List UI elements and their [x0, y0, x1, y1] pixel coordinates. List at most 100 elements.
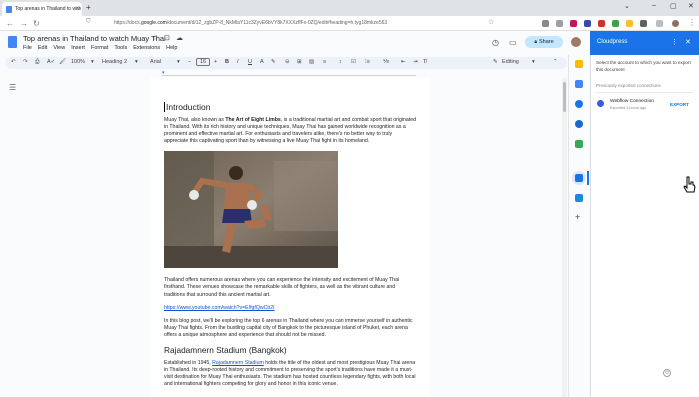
tasks-icon[interactable] — [575, 100, 583, 108]
panel-settings-icon[interactable]: ⚙ — [663, 369, 671, 377]
editing-mode-select[interactable]: Editing — [502, 59, 519, 65]
menu-tools[interactable]: Tools — [114, 45, 127, 51]
heading-rajadamnern[interactable]: Rajadamnern Stadium (Bangkok) — [164, 345, 416, 355]
connection-name[interactable]: Webflow Connection — [610, 99, 654, 104]
increase-font-icon[interactable]: + — [214, 59, 217, 65]
browser-menu-icon[interactable]: ⋮ — [688, 18, 696, 27]
paragraph-blog[interactable]: In this blog post, we'll be exploring th… — [164, 318, 416, 339]
bold-icon[interactable]: B — [225, 59, 229, 65]
maps-icon[interactable] — [575, 140, 583, 148]
extension-yellow-icon[interactable] — [626, 20, 633, 27]
undo-icon[interactable]: ↶ — [11, 59, 16, 65]
calendar-icon[interactable] — [575, 60, 583, 68]
url-field[interactable]: https://docs.google.com/document/d/12_zg… — [96, 18, 496, 29]
minimize-icon[interactable]: – — [652, 2, 656, 9]
bulleted-list-icon[interactable]: ⁝≡ — [365, 59, 370, 65]
docs-logo-icon[interactable] — [8, 36, 17, 48]
rajadamnern-link[interactable]: Rajadamnern Stadium — [212, 360, 264, 366]
add-addon-icon[interactable]: + — [575, 212, 580, 222]
shield-icon[interactable]: ⛉ — [86, 19, 91, 26]
paragraph-intro[interactable]: Muay Thai, also known as The Art of Eigh… — [164, 117, 416, 145]
increase-indent-icon[interactable]: ⇥ — [413, 59, 418, 65]
italic-icon[interactable]: I — [237, 59, 239, 65]
contacts-icon[interactable] — [575, 120, 583, 128]
insert-link-icon[interactable]: ⊝ — [285, 59, 290, 65]
print-icon[interactable]: ⎙ — [35, 59, 39, 66]
menu-format[interactable]: Format — [91, 45, 108, 51]
document-body[interactable]: Introduction Muay Thai, also known as Th… — [164, 102, 416, 394]
extensions-puzzle-icon[interactable] — [640, 20, 647, 27]
font-select[interactable]: Arial — [150, 59, 161, 65]
addon-icon[interactable] — [575, 194, 583, 202]
insert-image-icon[interactable]: ▨ — [309, 59, 314, 65]
menu-insert[interactable]: Insert — [71, 45, 85, 51]
document-outline-icon[interactable]: ☰ — [9, 83, 16, 92]
move-folder-icon[interactable]: ⊡ — [164, 34, 170, 42]
align-icon[interactable]: ≡ — [323, 59, 326, 65]
ruler[interactable] — [162, 71, 416, 76]
profile-avatar[interactable] — [672, 20, 679, 27]
redo-icon[interactable]: ↷ — [23, 59, 28, 65]
checklist-icon[interactable]: ☑ — [351, 59, 356, 65]
hide-menus-icon[interactable]: ⌃ — [553, 59, 558, 65]
menu-view[interactable]: View — [53, 45, 65, 51]
browser-tab[interactable]: Top arenas in Thailand to watch Muay Tha… — [2, 2, 82, 16]
spellcheck-icon[interactable]: A✓ — [47, 59, 55, 65]
clear-formatting-icon[interactable]: T̸ — [423, 59, 426, 65]
panel-menu-icon[interactable]: ⋮ — [671, 38, 678, 46]
heading-introduction[interactable]: Introduction — [164, 102, 416, 112]
panel-close-icon[interactable]: ✕ — [685, 38, 691, 46]
decrease-font-icon[interactable]: − — [188, 59, 191, 65]
extension-b-icon[interactable] — [584, 20, 591, 27]
reload-icon[interactable]: ↻ — [33, 19, 40, 28]
comments-icon[interactable]: ▭ — [509, 38, 517, 47]
numbered-list-icon[interactable]: ⅟≡ — [383, 59, 389, 65]
export-button[interactable]: EXPORT — [670, 102, 689, 107]
extension-green-icon[interactable] — [612, 20, 619, 27]
menu-edit[interactable]: Edit — [38, 45, 47, 51]
maximize-icon[interactable]: ▢ — [670, 2, 677, 10]
add-comment-icon[interactable]: ⊞ — [297, 59, 302, 65]
back-icon[interactable]: ← — [6, 19, 14, 28]
menu-extensions[interactable]: Extensions — [133, 45, 160, 51]
history-icon[interactable]: ◷ — [492, 38, 499, 47]
paragraph-rajadamnern[interactable]: Established in 1945, Rajadamnern Stadium… — [164, 360, 416, 388]
underline-icon[interactable]: U — [248, 59, 252, 65]
font-size-field[interactable]: 16 — [196, 58, 211, 66]
muay-thai-fighter-image[interactable] — [164, 151, 338, 269]
decrease-indent-icon[interactable]: ⇤ — [401, 59, 406, 65]
indent-marker-icon[interactable]: ▾ — [162, 70, 165, 76]
paragraph-link[interactable]: https://www.youtube.com/watch?v=EIfgfQwC… — [164, 305, 416, 312]
scrollbar-thumb[interactable] — [563, 82, 566, 112]
user-avatar[interactable] — [571, 37, 581, 47]
cloud-status-icon[interactable]: ☁ — [176, 34, 183, 42]
cloudpress-rail-icon[interactable] — [575, 174, 583, 182]
menu-file[interactable]: File — [23, 45, 32, 51]
style-select[interactable]: Heading 2 — [102, 59, 127, 65]
browser-tab-title: Top arenas in Thailand to watch Muay Tha… — [15, 6, 81, 12]
document-scrollbar[interactable] — [562, 78, 567, 397]
youtube-link[interactable]: https://www.youtube.com/watch?v=EIfgfQwC… — [164, 305, 275, 311]
share-button[interactable]: 🔒︎ Share — [525, 36, 563, 48]
keep-icon[interactable] — [575, 80, 583, 88]
download-icon[interactable] — [542, 20, 549, 27]
paint-format-icon[interactable]: 🖌︎ — [59, 59, 66, 65]
tab-search-icon[interactable]: ⌄ — [624, 2, 630, 10]
star-icon[interactable]: ☆ — [152, 34, 158, 42]
new-tab-button[interactable]: + — [86, 3, 91, 12]
sidebar-icon[interactable] — [656, 20, 663, 27]
bookmark-star-icon[interactable]: ☆ — [488, 18, 494, 26]
extension-chart-icon[interactable] — [570, 20, 577, 27]
line-spacing-icon[interactable]: ↕ — [339, 59, 342, 65]
window-close-icon[interactable]: ✕ — [688, 2, 694, 10]
menu-help[interactable]: Help — [166, 45, 177, 51]
document-title[interactable]: Top arenas in Thailand to watch Muay Tha… — [23, 34, 166, 43]
text-color-icon[interactable]: A — [260, 59, 264, 65]
extension-red-icon[interactable] — [598, 20, 605, 27]
close-tab-icon[interactable]: × — [75, 6, 79, 12]
zoom-select[interactable]: 100% — [71, 59, 85, 65]
extension-icon[interactable] — [556, 20, 563, 27]
paragraph-arenas[interactable]: Thailand offers numerous arenas where yo… — [164, 277, 416, 298]
highlight-icon[interactable]: ✎ — [271, 59, 276, 65]
forward-icon[interactable]: → — [20, 19, 28, 28]
